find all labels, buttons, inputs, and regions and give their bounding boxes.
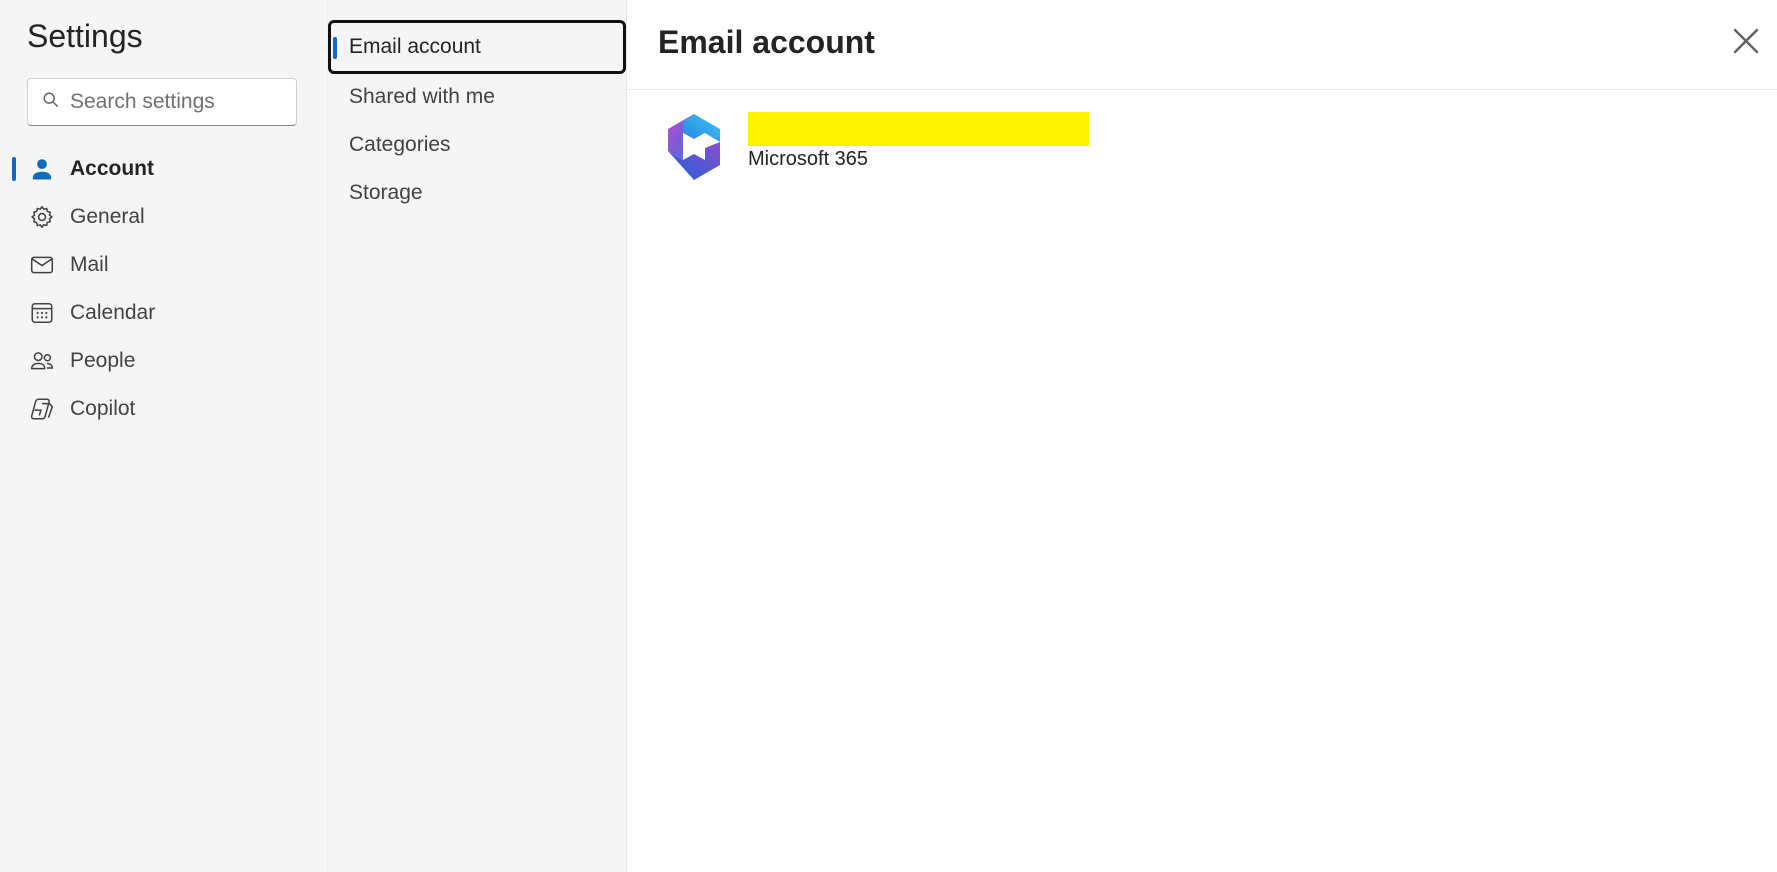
account-subnav: Email account Shared with me Categories … — [327, 0, 626, 872]
email-account-panel: Email account Microsoft 365 — [626, 0, 1777, 872]
subnav-item-email-account[interactable]: Email account — [328, 20, 626, 74]
nav-item-label: Calendar — [70, 301, 156, 324]
account-entry: Microsoft 365 — [662, 112, 1089, 182]
nav-item-label: Account — [70, 157, 154, 180]
nav-item-calendar[interactable]: Calendar — [0, 289, 327, 337]
nav-item-label: Copilot — [70, 397, 136, 420]
close-button[interactable] — [1727, 24, 1765, 62]
nav-item-label: General — [70, 205, 145, 228]
account-details: Microsoft 365 — [748, 112, 1089, 171]
nav-item-label: People — [70, 349, 136, 372]
panel-title: Email account — [658, 24, 875, 60]
gear-icon — [28, 203, 56, 231]
nav-item-account[interactable]: Account — [0, 145, 327, 193]
nav-item-mail[interactable]: Mail — [0, 241, 327, 289]
settings-title: Settings — [27, 18, 143, 54]
calendar-icon — [28, 299, 56, 327]
subnav-item-storage[interactable]: Storage — [328, 167, 626, 219]
settings-nav: Account General Mail Calendar People Cop… — [0, 145, 327, 433]
settings-sidebar: Settings Account General Mail — [0, 0, 327, 872]
header-divider — [627, 89, 1777, 90]
close-icon — [1731, 26, 1761, 61]
copilot-icon — [28, 395, 56, 423]
nav-item-label: Mail — [70, 253, 109, 276]
mail-icon — [28, 251, 56, 279]
search-icon — [42, 91, 60, 114]
search-input[interactable] — [70, 90, 290, 114]
subnav-item-categories[interactable]: Categories — [328, 119, 626, 171]
microsoft-365-logo — [662, 112, 726, 182]
nav-item-people[interactable]: People — [0, 337, 327, 385]
redacted-email-address — [748, 112, 1089, 146]
person-icon — [28, 155, 56, 183]
subnav-item-shared-with-me[interactable]: Shared with me — [328, 71, 626, 123]
nav-item-general[interactable]: General — [0, 193, 327, 241]
account-type-label: Microsoft 365 — [748, 148, 869, 170]
search-box[interactable] — [27, 78, 297, 126]
people-icon — [28, 347, 56, 375]
nav-item-copilot[interactable]: Copilot — [0, 385, 327, 433]
